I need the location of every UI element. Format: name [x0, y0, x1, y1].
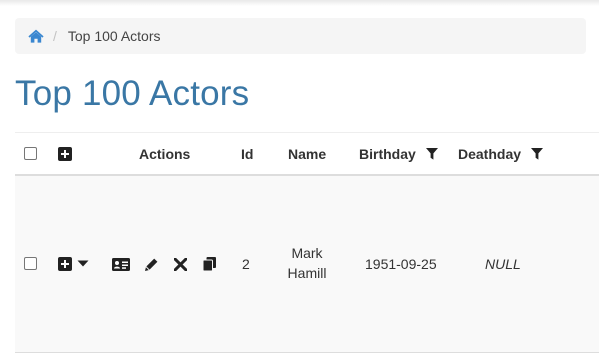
- home-icon[interactable]: [28, 28, 44, 44]
- chevron-down-icon[interactable]: [77, 260, 89, 268]
- page-title: Top 100 Actors: [15, 74, 250, 113]
- breadcrumb-separator: /: [53, 28, 57, 44]
- col-header-name[interactable]: Name: [288, 146, 326, 162]
- breadcrumb: / Top 100 Actors: [15, 18, 586, 54]
- delete-icon[interactable]: [174, 258, 187, 271]
- birthday-filter-icon[interactable]: [426, 148, 438, 160]
- top-shadow: [0, 0, 599, 6]
- table-header-row: Actions Id Name Birthday Deathday: [15, 132, 599, 176]
- col-header-actions: Actions: [139, 146, 191, 162]
- cell-name: Mark Hamill: [282, 243, 332, 283]
- deathday-filter-icon[interactable]: [531, 148, 543, 160]
- pencil-icon[interactable]: [145, 258, 158, 271]
- select-all-checkbox[interactable]: [24, 147, 37, 160]
- row-add-icon[interactable]: [58, 257, 72, 271]
- copy-icon[interactable]: [203, 257, 216, 271]
- page: / Top 100 Actors Top 100 Actors Actions …: [0, 0, 599, 360]
- actors-table: Actions Id Name Birthday Deathday 2 Mark…: [15, 132, 599, 353]
- add-row-icon[interactable]: [58, 147, 72, 161]
- view-card-icon[interactable]: [112, 258, 130, 271]
- cell-name-first: Mark: [291, 245, 323, 261]
- cell-id: 2: [242, 256, 250, 272]
- breadcrumb-current: Top 100 Actors: [67, 28, 161, 44]
- row-checkbox[interactable]: [24, 257, 37, 270]
- col-header-deathday[interactable]: Deathday: [458, 146, 521, 162]
- col-header-id[interactable]: Id: [241, 146, 253, 162]
- table-row: 2 Mark Hamill 1951-09-25 NULL: [15, 176, 599, 353]
- col-header-birthday[interactable]: Birthday: [359, 146, 416, 162]
- cell-name-last: Hamill: [287, 265, 327, 281]
- cell-deathday: NULL: [485, 256, 521, 272]
- cell-birthday: 1951-09-25: [365, 256, 437, 272]
